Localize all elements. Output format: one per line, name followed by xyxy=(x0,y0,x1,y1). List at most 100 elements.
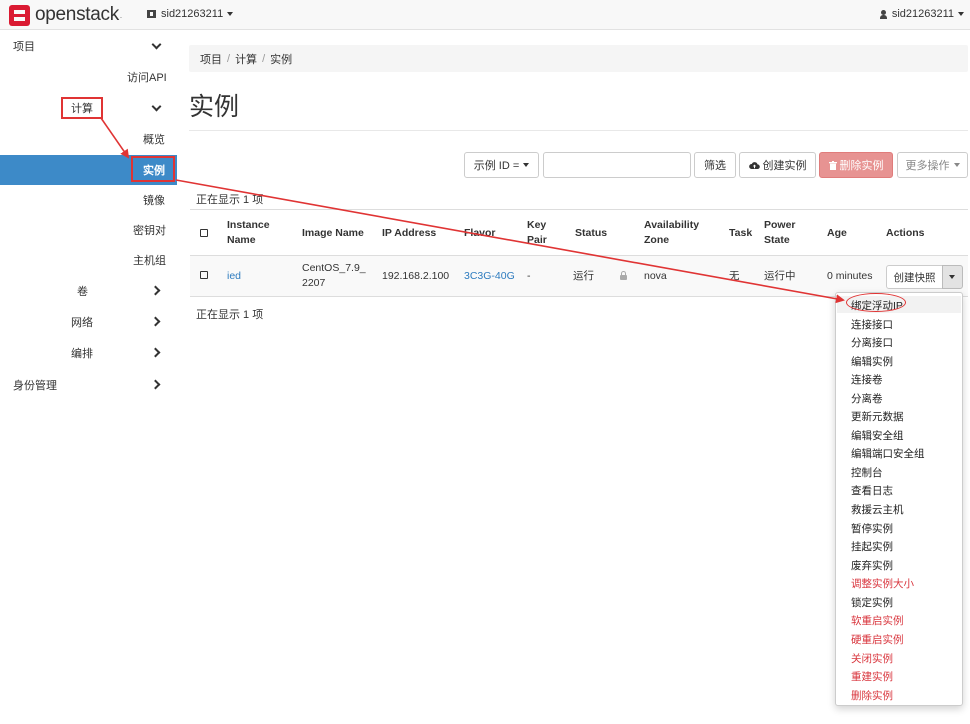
sidebar-item-overview[interactable]: 概览 xyxy=(143,124,165,154)
delete-instances-button[interactable]: 删除实例 xyxy=(819,152,893,178)
breadcrumb-item-project[interactable]: 项目 xyxy=(200,51,222,67)
user-name: sid21263211 xyxy=(891,8,954,20)
sidebar-item-label: 身份管理 xyxy=(13,380,57,392)
instance-key-pair: - xyxy=(527,270,531,282)
menu-item-console[interactable]: 控制台 xyxy=(851,465,883,480)
sidebar-item-server-groups[interactable]: 主机组 xyxy=(133,245,166,275)
sidebar-item-key-pairs[interactable]: 密钥对 xyxy=(133,215,166,245)
header-line: Availability xyxy=(644,219,700,231)
column-header-task[interactable]: Task xyxy=(729,226,752,241)
column-header-status[interactable]: Status xyxy=(575,226,607,241)
menu-item-shelve-instance[interactable]: 废弃实例 xyxy=(851,558,893,573)
sidebar-section-network[interactable]: 网络 xyxy=(71,307,93,337)
filter-field-select[interactable]: 示例 ID = xyxy=(464,152,539,178)
sidebar-item-label: 卷 xyxy=(77,286,88,298)
menu-item-soft-reboot-instance[interactable]: 软重启实例 xyxy=(851,613,904,628)
header-line: Zone xyxy=(644,234,670,246)
row-actions-toggle[interactable] xyxy=(942,265,963,289)
menu-item-rebuild-instance[interactable]: 重建实例 xyxy=(851,669,893,684)
create-snapshot-button[interactable]: 创建快照 xyxy=(887,266,942,288)
launch-instance-button[interactable]: 创建实例 xyxy=(739,152,816,178)
menu-item-shut-off-instance[interactable]: 关闭实例 xyxy=(851,651,893,666)
sidebar-section-identity[interactable]: 身份管理 xyxy=(13,370,57,400)
annotation-box-instances xyxy=(131,156,175,182)
sidebar-section-orchestration[interactable]: 编排 xyxy=(71,338,93,368)
more-actions-label: 更多操作 xyxy=(905,160,950,172)
menu-item-rescue-instance[interactable]: 救援云主机 xyxy=(851,502,904,517)
column-header-instance-name[interactable]: Instance Name xyxy=(227,218,270,248)
column-header-age[interactable]: Age xyxy=(827,226,847,241)
sidebar-item-api-access[interactable]: 访问API xyxy=(127,62,167,92)
user-icon xyxy=(879,9,887,19)
trash-icon xyxy=(828,160,837,170)
instance-flavor-link[interactable]: 3C3G-40G xyxy=(464,269,515,284)
menu-item-lock-instance[interactable]: 锁定实例 xyxy=(851,595,893,610)
instance-task: 无 xyxy=(729,270,740,282)
cell-line: CentOS_7.9_ xyxy=(302,262,366,274)
menu-item-detach-interface[interactable]: 分离接口 xyxy=(851,335,893,350)
breadcrumb-item-compute[interactable]: 计算 xyxy=(235,51,257,67)
menu-item-update-metadata[interactable]: 更新元数据 xyxy=(851,409,904,424)
filter-button-label: 筛选 xyxy=(704,160,726,172)
menu-item-edit-port-security-groups[interactable]: 编辑端口安全组 xyxy=(851,446,925,461)
instance-availability-zone: nova xyxy=(644,270,667,282)
more-actions-button[interactable]: 更多操作 xyxy=(897,152,968,178)
item-count-bottom: 正在显示 1 项 xyxy=(196,309,264,321)
filter-button[interactable]: 筛选 xyxy=(694,152,736,178)
menu-item-pause-instance[interactable]: 暂停实例 xyxy=(851,521,893,536)
sidebar-item-label: 主机组 xyxy=(133,255,166,267)
breadcrumb-item-instances: 实例 xyxy=(270,53,293,66)
create-snapshot-label: 创建快照 xyxy=(893,271,936,284)
chevron-right-icon xyxy=(150,347,161,358)
menu-item-view-log[interactable]: 查看日志 xyxy=(851,483,893,498)
annotation-box-compute xyxy=(61,97,103,119)
column-header-image-name[interactable]: Image Name xyxy=(302,226,364,241)
table-header-divider xyxy=(190,209,968,210)
item-count-top: 正在显示 1 项 xyxy=(196,194,264,206)
launch-instance-label: 创建实例 xyxy=(762,160,807,172)
menu-item-suspend-instance[interactable]: 挂起实例 xyxy=(851,539,893,554)
menu-item-edit-security-groups[interactable]: 编辑安全组 xyxy=(851,428,904,443)
user-menu[interactable]: sid21263211 xyxy=(879,8,964,20)
instance-name-link[interactable]: ied xyxy=(227,269,241,284)
menu-item-hard-reboot-instance[interactable]: 硬重启实例 xyxy=(851,632,904,647)
sidebar-section-volumes[interactable]: 卷 xyxy=(77,276,88,306)
column-header-ip-address[interactable]: IP Address xyxy=(382,226,436,241)
header-line: Pair xyxy=(527,234,547,246)
sidebar-item-images[interactable]: 镜像 xyxy=(143,185,165,215)
header-line: Name xyxy=(227,234,256,246)
breadcrumb-separator: / xyxy=(262,52,266,65)
menu-item-attach-volume[interactable]: 连接卷 xyxy=(851,372,883,387)
project-name: sid21263211 xyxy=(161,8,224,20)
menu-item-delete-instance[interactable]: 删除实例 xyxy=(851,688,893,703)
breadcrumb-separator: / xyxy=(227,52,231,65)
menu-item-edit-instance[interactable]: 编辑实例 xyxy=(851,354,893,369)
page-title: 实例 xyxy=(189,93,240,121)
menu-item-detach-volume[interactable]: 分离卷 xyxy=(851,391,883,406)
column-header-actions: Actions xyxy=(886,227,925,239)
instance-age: 0 minutes xyxy=(827,270,873,282)
filter-field-label: 示例 ID = xyxy=(473,160,520,172)
chevron-down-icon xyxy=(949,275,955,279)
select-all-checkbox[interactable] xyxy=(200,229,208,237)
column-header-key-pair[interactable]: Key Pair xyxy=(527,218,547,248)
column-header-flavor[interactable]: Flavor xyxy=(464,226,496,241)
filter-input[interactable] xyxy=(543,152,691,178)
sidebar-item-label: 概览 xyxy=(143,134,165,146)
menu-item-attach-interface[interactable]: 连接接口 xyxy=(851,317,893,332)
chevron-down-icon xyxy=(151,39,162,50)
openstack-logo[interactable]: openstack . xyxy=(9,4,122,26)
project-switcher[interactable]: sid21263211 xyxy=(147,8,234,20)
brand-suffix: . xyxy=(119,10,123,20)
column-header-power-state[interactable]: Power State xyxy=(764,218,796,248)
sidebar-section-project[interactable]: 项目 xyxy=(13,31,35,61)
column-header-availability-zone[interactable]: Availability Zone xyxy=(644,218,699,248)
header-line: Key xyxy=(527,219,547,231)
sidebar-item-label: 密钥对 xyxy=(133,225,166,237)
row-select-checkbox[interactable] xyxy=(200,271,208,279)
sidebar-item-label: 访问API xyxy=(127,72,167,84)
menu-item-resize-instance[interactable]: 调整实例大小 xyxy=(851,576,914,591)
row-actions-dropdown: 绑定浮动IP 连接接口 分离接口 编辑实例 连接卷 分离卷 更新元数据 编辑安全… xyxy=(835,292,963,706)
chevron-down-icon xyxy=(227,12,234,16)
header-line: State xyxy=(764,234,790,246)
